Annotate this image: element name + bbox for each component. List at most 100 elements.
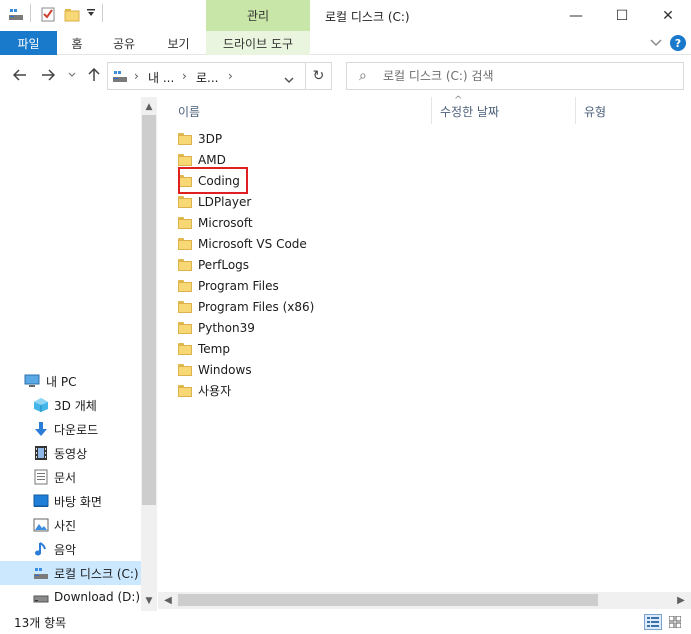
address-bar[interactable]: › 내 ... › 로... ›	[107, 62, 306, 90]
column-name[interactable]: 이름	[178, 103, 200, 120]
nav-item-label: Download (D:)	[54, 590, 141, 604]
refresh-icon: ↻	[312, 68, 325, 84]
breadcrumb-drive[interactable]: 로...	[196, 69, 218, 86]
list-item[interactable]: Program Files	[178, 275, 279, 296]
tab-home[interactable]: 홈	[57, 31, 97, 55]
tab-drive-tools[interactable]: 드라이브 도구	[206, 31, 310, 55]
tab-file[interactable]: 파일	[0, 31, 57, 55]
nav-item-documents[interactable]: 문서	[0, 465, 141, 489]
scroll-down-icon[interactable]: ▼	[141, 593, 157, 609]
pc-icon	[24, 373, 40, 389]
tab-file-label: 파일	[17, 36, 40, 51]
nav-item-label: 바탕 화면	[54, 494, 102, 509]
scroll-right-icon[interactable]: ▶	[673, 592, 689, 609]
tab-home-label: 홈	[71, 36, 83, 51]
help-icon[interactable]: ?	[670, 35, 686, 51]
nav-item-label: 내 PC	[46, 374, 77, 389]
search-box[interactable]: ⌕	[346, 62, 684, 90]
folder-icon	[178, 342, 192, 355]
minimize-button[interactable]: —	[553, 0, 599, 31]
close-button[interactable]: ✕	[645, 0, 691, 31]
search-icon: ⌕	[359, 68, 367, 84]
nav-item-videos[interactable]: 동영상	[0, 441, 141, 465]
file-name: Program Files	[198, 278, 279, 293]
up-arrow-icon[interactable]	[84, 65, 104, 85]
forward-arrow-icon[interactable]	[38, 65, 58, 85]
nav-item-this-pc[interactable]: 내 PC	[0, 369, 141, 393]
column-header: ^ 이름 수정한 날짜 유형	[158, 95, 691, 124]
nav-scroll-thumb[interactable]	[142, 115, 156, 505]
properties-check-icon[interactable]	[40, 6, 56, 22]
nav-item-downloads[interactable]: 다운로드	[0, 417, 141, 441]
separator	[102, 4, 103, 22]
nav-item-music[interactable]: 음악	[0, 537, 141, 561]
refresh-button[interactable]: ↻	[306, 62, 332, 90]
folder-icon	[178, 321, 192, 334]
nav-item-3d-objects[interactable]: 3D 개체	[0, 393, 141, 417]
recent-locations-chevron-icon[interactable]	[62, 65, 82, 85]
column-type[interactable]: 유형	[584, 103, 606, 120]
nav-item-label: 사진	[54, 518, 77, 533]
list-item[interactable]: Program Files (x86)	[178, 296, 314, 317]
nav-item-download-d[interactable]: Download (D:)	[0, 585, 141, 609]
nav-item-desktop[interactable]: 바탕 화면	[0, 489, 141, 513]
breadcrumb-separator-icon[interactable]: ›	[228, 69, 233, 83]
scroll-up-icon[interactable]: ▲	[141, 99, 157, 115]
desktop-icon	[33, 493, 49, 509]
navigation-pane: 내 PC 3D 개체 다운로드 동영상 문서 바탕 화면 사진 음악 로컬 디스…	[0, 97, 158, 611]
file-name: Python39	[198, 320, 255, 335]
nav-scrollbar[interactable]: ▲ ▼	[141, 97, 157, 611]
horizontal-scroll-thumb[interactable]	[178, 594, 598, 606]
nav-item-label: 다운로드	[54, 422, 99, 437]
file-name: Microsoft	[198, 215, 253, 230]
address-history-chevron-icon[interactable]	[284, 73, 294, 87]
list-item[interactable]: Python39	[178, 317, 255, 338]
large-icons-view-icon[interactable]	[666, 614, 684, 630]
folder-icon	[178, 216, 192, 229]
customize-dropdown-icon[interactable]	[86, 8, 96, 18]
maximize-button[interactable]: ☐	[599, 0, 645, 31]
file-list: 3DP AMD Coding LDPlayer Microsoft Micros…	[158, 124, 691, 592]
new-folder-icon[interactable]	[64, 6, 80, 22]
scroll-left-icon[interactable]: ◀	[160, 592, 176, 609]
folder-icon	[178, 237, 192, 250]
list-item[interactable]: PerfLogs	[178, 254, 249, 275]
tab-share[interactable]: 공유	[97, 31, 151, 55]
nav-item-label: 음악	[54, 542, 77, 557]
breadcrumb-separator-icon[interactable]: ›	[182, 69, 187, 83]
address-row: › 내 ... › 로... › ↻ ⌕	[0, 55, 691, 97]
tab-view[interactable]: 보기	[151, 31, 206, 55]
list-item[interactable]: Temp	[178, 338, 230, 359]
search-input[interactable]	[383, 64, 673, 88]
breadcrumb-pc[interactable]: 내 ...	[148, 69, 174, 86]
column-divider[interactable]	[431, 97, 432, 124]
list-item[interactable]: Microsoft VS Code	[178, 233, 307, 254]
nav-item-pictures[interactable]: 사진	[0, 513, 141, 537]
chevron-down-icon[interactable]	[648, 35, 664, 51]
back-arrow-icon[interactable]	[10, 65, 30, 85]
list-item[interactable]: 3DP	[178, 128, 222, 149]
horizontal-scrollbar[interactable]: ◀ ▶	[158, 592, 691, 609]
column-divider[interactable]	[575, 97, 576, 124]
drive-icon[interactable]	[8, 6, 24, 22]
list-item[interactable]: Windows	[178, 359, 252, 380]
file-name: Program Files (x86)	[198, 299, 315, 314]
separator	[30, 4, 31, 22]
minimize-icon: —	[569, 7, 583, 24]
list-item[interactable]: 사용자	[178, 380, 231, 401]
window-title: 로컬 디스크 (C:)	[325, 10, 410, 24]
item-count: 13개 항목	[14, 616, 67, 630]
file-name: PerfLogs	[198, 257, 250, 272]
details-view-icon[interactable]	[644, 614, 662, 630]
nav-item-label: 문서	[54, 470, 77, 485]
file-name: 사용자	[198, 384, 232, 398]
breadcrumb-separator-icon[interactable]: ›	[134, 69, 139, 83]
nav-item-label: 동영상	[54, 446, 88, 461]
list-item[interactable]: LDPlayer	[178, 191, 251, 212]
video-icon	[33, 445, 49, 461]
pictures-icon	[33, 517, 49, 533]
list-item[interactable]: Microsoft	[178, 212, 253, 233]
column-modified[interactable]: 수정한 날짜	[440, 103, 499, 120]
nav-item-local-disk-c[interactable]: 로컬 디스크 (C:)	[0, 561, 141, 585]
nav-item-label: 로컬 디스크 (C:)	[54, 566, 139, 581]
